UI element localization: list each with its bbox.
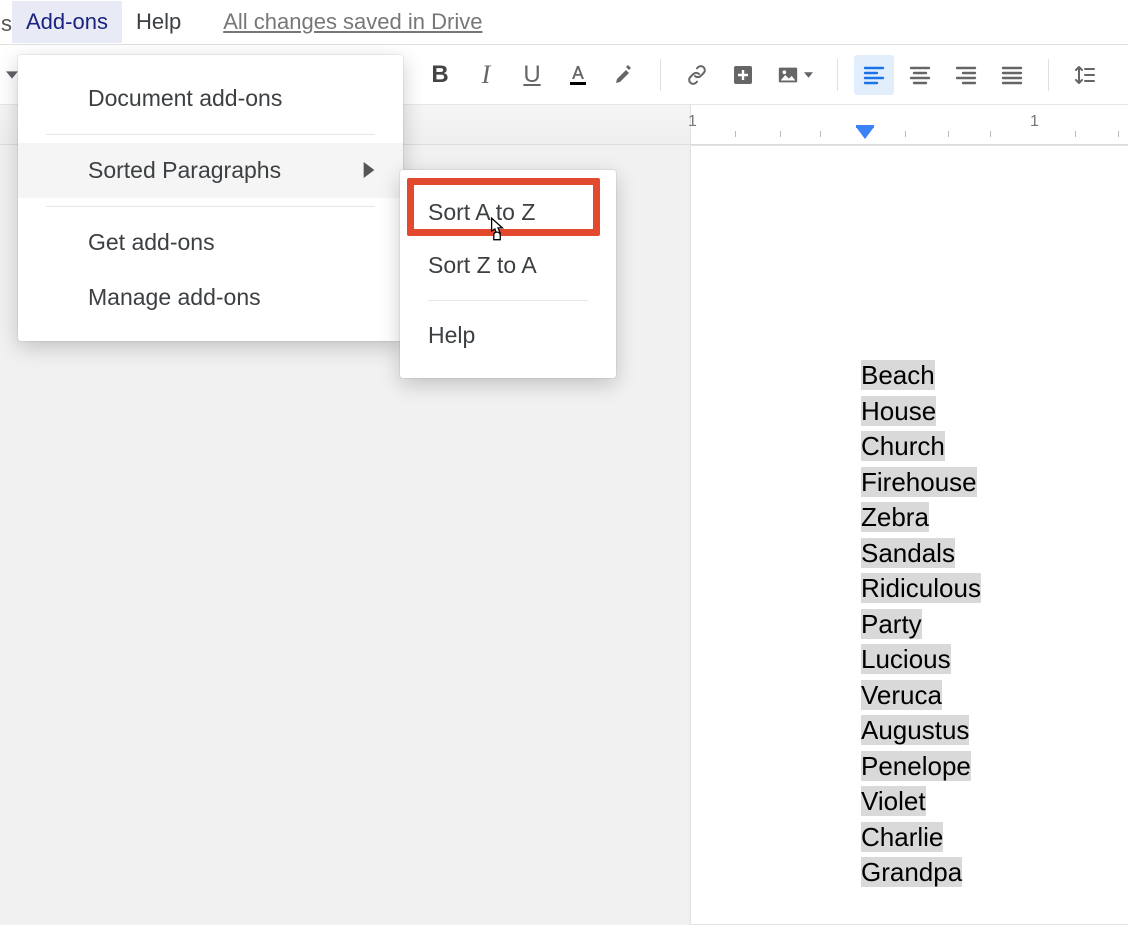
- menu-item-label: Help: [428, 322, 475, 349]
- document-line[interactable]: House: [861, 394, 981, 430]
- document-line[interactable]: Veruca: [861, 678, 981, 714]
- document-line[interactable]: Party: [861, 607, 981, 643]
- menu-help[interactable]: Help: [122, 1, 195, 43]
- menu-document-addons[interactable]: Document add-ons: [18, 71, 403, 126]
- document-line[interactable]: Lucious: [861, 642, 981, 678]
- toolbar-separator: [837, 59, 838, 91]
- align-right-icon[interactable]: [946, 55, 986, 95]
- menu-divider: [46, 206, 375, 207]
- menu-sorted-help[interactable]: Help: [400, 309, 616, 362]
- document-line[interactable]: Firehouse: [861, 465, 981, 501]
- menu-sort-z-a[interactable]: Sort Z to A: [400, 239, 616, 292]
- menu-manage-addons[interactable]: Manage add-ons: [18, 270, 403, 325]
- document-line[interactable]: Penelope: [861, 749, 981, 785]
- menu-get-addons[interactable]: Get add-ons: [18, 215, 403, 270]
- insert-link-icon[interactable]: [677, 55, 717, 95]
- save-status[interactable]: All changes saved in Drive: [223, 9, 482, 35]
- line-spacing-icon[interactable]: [1065, 55, 1105, 95]
- menu-item-label: Get add-ons: [88, 229, 215, 256]
- document-line[interactable]: Beach: [861, 358, 981, 394]
- document-line[interactable]: Ridiculous: [861, 571, 981, 607]
- menu-item-label: Sort Z to A: [428, 252, 537, 279]
- menu-sort-a-z[interactable]: Sort A to Z: [400, 186, 616, 239]
- submenu-arrow-icon: [363, 157, 375, 184]
- document-line[interactable]: Charlie: [861, 820, 981, 856]
- ruler-tick: 1: [688, 113, 697, 131]
- menu-item-label: Sorted Paragraphs: [88, 157, 281, 184]
- menu-item-label: Manage add-ons: [88, 284, 261, 311]
- menu-divider: [46, 134, 375, 135]
- align-left-icon[interactable]: [854, 55, 894, 95]
- menu-item-label: Document add-ons: [88, 85, 282, 112]
- document-line[interactable]: Sandals: [861, 536, 981, 572]
- underline-icon[interactable]: U: [512, 55, 552, 95]
- menu-item-label: Sort A to Z: [428, 199, 535, 226]
- ruler-tick: 1: [1030, 113, 1039, 131]
- document-line[interactable]: Violet: [861, 784, 981, 820]
- menu-divider: [428, 300, 588, 301]
- menu-bar: s Add-ons Help All changes saved in Driv…: [0, 0, 1128, 45]
- align-center-icon[interactable]: [900, 55, 940, 95]
- insert-image-icon[interactable]: [769, 55, 821, 95]
- highlight-icon[interactable]: [604, 55, 644, 95]
- align-justify-icon[interactable]: [992, 55, 1032, 95]
- document-line[interactable]: Grandpa: [861, 855, 981, 891]
- bold-icon[interactable]: B: [420, 55, 460, 95]
- menu-sorted-paragraphs[interactable]: Sorted Paragraphs: [18, 143, 403, 198]
- toolbar-separator: [660, 59, 661, 91]
- document-line[interactable]: Zebra: [861, 500, 981, 536]
- menu-cut-letter: s: [0, 7, 12, 37]
- document-text[interactable]: BeachHouseChurchFirehouseZebraSandalsRid…: [861, 358, 981, 891]
- document-line[interactable]: Augustus: [861, 713, 981, 749]
- insert-comment-icon[interactable]: [723, 55, 763, 95]
- menu-addons[interactable]: Add-ons: [12, 1, 122, 43]
- sorted-paragraphs-submenu: Sort A to Z Sort Z to A Help: [400, 170, 616, 378]
- addons-dropdown: Document add-ons Sorted Paragraphs Get a…: [18, 55, 403, 341]
- ruler-page-area: [690, 105, 1128, 144]
- text-color-icon[interactable]: [558, 55, 598, 95]
- toolbar-separator: [1048, 59, 1049, 91]
- document-page[interactable]: BeachHouseChurchFirehouseZebraSandalsRid…: [690, 145, 1128, 925]
- document-line[interactable]: Church: [861, 429, 981, 465]
- toolbar-cut-dropdown[interactable]: [0, 62, 18, 88]
- italic-icon[interactable]: I: [466, 55, 506, 95]
